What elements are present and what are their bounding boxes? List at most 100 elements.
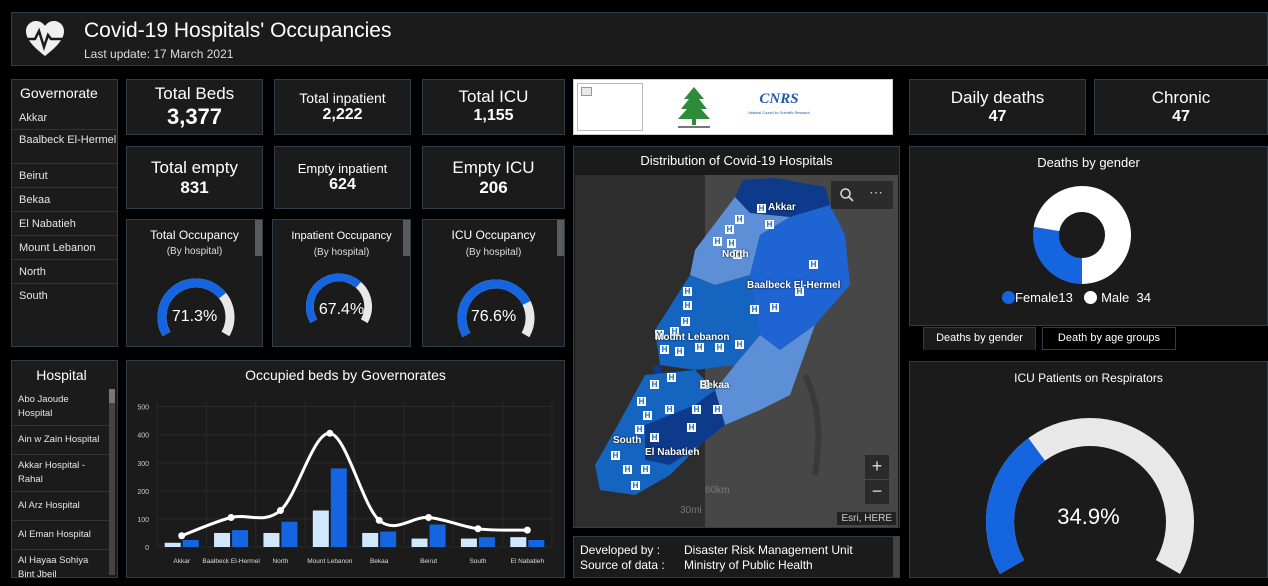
governorate-item-baalbeck[interactable]: Baalbeck El-Hermel	[12, 130, 117, 164]
scrollbar[interactable]	[403, 220, 410, 256]
hospital-marker[interactable]: H	[757, 204, 766, 213]
hospital-marker[interactable]: H	[809, 260, 818, 269]
deaths-gender-panel: Deaths by gender Female13 Male 34	[909, 146, 1268, 326]
scrollbar[interactable]	[255, 220, 262, 256]
hospital-marker[interactable]: H	[683, 301, 692, 310]
x-tick-label: Bekaa	[370, 558, 389, 565]
total-occupancy-value: 71.3%	[171, 308, 218, 325]
search-icon[interactable]	[839, 187, 855, 203]
hospital-marker[interactable]: H	[765, 220, 774, 229]
respirators-title: ICU Patients on Respirators	[1014, 371, 1163, 385]
governorate-item-south[interactable]: South	[12, 284, 117, 308]
hospital-marker[interactable]: H	[641, 465, 650, 474]
hospital-marker[interactable]: H	[650, 433, 659, 442]
hospital-marker[interactable]: H	[681, 317, 690, 326]
hospital-marker[interactable]: H	[660, 345, 669, 354]
x-tick-label: Akkar	[173, 558, 190, 565]
hospital-marker[interactable]: H	[692, 405, 701, 414]
map-svg	[575, 175, 898, 527]
scrollbar[interactable]	[557, 220, 564, 256]
hospital-marker[interactable]: H	[725, 225, 734, 234]
hospital-marker[interactable]: H	[623, 465, 632, 474]
hospital-marker[interactable]: H	[667, 373, 676, 382]
map-view[interactable]: H H H H H H H H H H H H H H H H H H H H …	[575, 175, 898, 527]
hospital-marker[interactable]: H	[735, 340, 744, 349]
line-point	[425, 514, 433, 522]
daily-deaths-label: Daily deaths	[950, 88, 1045, 107]
map-attribution[interactable]: Esri, HERE	[837, 512, 896, 525]
total-beds-value: 3,377	[166, 104, 223, 129]
donut-slice-female	[1033, 226, 1083, 284]
chart-title: Occupied beds by Governorates	[245, 367, 446, 383]
tab-deaths-by-gender[interactable]: Deaths by gender	[923, 327, 1036, 350]
daily-deaths-card: Daily deaths 47	[909, 79, 1086, 135]
source-label: Source of data :	[580, 558, 665, 572]
hospital-marker[interactable]: H	[637, 397, 646, 406]
governorate-item-beirut[interactable]: Beirut	[12, 164, 117, 188]
hospital-marker[interactable]: H	[715, 343, 724, 352]
line-point	[375, 516, 383, 524]
bar	[460, 538, 477, 547]
hospital-item[interactable]: Al Hayaa Sohiya Bint Jbeil	[12, 550, 109, 586]
total-inpatient-card: Total inpatient 2,222	[274, 79, 411, 135]
credits-scrollbar[interactable]	[893, 537, 899, 577]
hospital-marker[interactable]: H	[665, 405, 674, 414]
logo-banner: CNRS National Council for Scientific Res…	[573, 79, 893, 135]
icu-occupancy-card: ICU Occupancy (By hospital) 76.6%	[422, 219, 565, 347]
hospital-marker[interactable]: H	[770, 303, 779, 312]
female-legend-value: 13	[1058, 290, 1073, 305]
source-value: Ministry of Public Health	[684, 558, 813, 572]
total-icu-card: Total ICU 1,155	[422, 79, 565, 135]
hospital-marker[interactable]: H	[631, 481, 640, 490]
hospital-scrollbar-thumb[interactable]	[109, 389, 115, 403]
governorate-item-north[interactable]: North	[12, 260, 117, 284]
hospital-marker[interactable]: H	[735, 215, 744, 224]
map-label-akkar: Akkar	[768, 202, 796, 213]
governorate-item-akkar[interactable]: Akkar	[12, 106, 117, 130]
hospital-item[interactable]: Abo Jaoude Hospital	[12, 389, 109, 426]
more-options-icon[interactable]: ⋯	[869, 184, 883, 201]
y-tick-label: 400	[137, 433, 149, 440]
governorate-panel: Governorate Akkar Baalbeck El-Hermel Bei…	[11, 79, 118, 347]
hospital-marker[interactable]: H	[650, 380, 659, 389]
credits-panel: Developed by : Disaster Risk Management U…	[573, 536, 900, 578]
empty-inpatient-card: Empty inpatient 624	[274, 146, 411, 209]
hospital-marker[interactable]: H	[635, 425, 644, 434]
hospital-marker[interactable]: H	[727, 239, 736, 248]
line-point	[326, 429, 334, 437]
hospital-marker[interactable]: H	[713, 405, 722, 414]
map-label-bekaa: Bekaa	[700, 380, 730, 391]
hospital-marker[interactable]: H	[695, 343, 704, 352]
governorate-item-nabatieh[interactable]: El Nabatieh	[12, 212, 117, 236]
hospital-marker[interactable]: H	[643, 411, 652, 420]
hospital-marker[interactable]: H	[675, 347, 684, 356]
total-occupancy-title: Total Occupancy	[150, 228, 239, 242]
hospital-marker[interactable]: H	[713, 237, 722, 246]
broken-image-icon	[577, 83, 643, 131]
zoom-out-button[interactable]: −	[865, 480, 889, 504]
bar	[312, 510, 329, 547]
hospital-scrollbar[interactable]	[109, 389, 115, 575]
governorate-item-mount-lebanon[interactable]: Mount Lebanon	[12, 236, 117, 260]
hospital-marker[interactable]: H	[750, 305, 759, 314]
bar	[214, 532, 231, 547]
hospital-item[interactable]: Al Eman Hospital	[12, 521, 109, 550]
hospital-marker[interactable]: H	[611, 451, 620, 460]
tab-death-by-age-groups[interactable]: Death by age groups	[1042, 327, 1176, 350]
empty-inpatient-label: Empty inpatient	[297, 161, 388, 176]
line-point	[474, 525, 482, 533]
zoom-in-button[interactable]: +	[865, 455, 889, 479]
hospital-item[interactable]: Akkar Hospital - Rahal	[12, 455, 109, 492]
chronic-label: Chronic	[1151, 88, 1211, 107]
y-tick-label: 300	[137, 461, 149, 468]
hospital-marker[interactable]: H	[687, 423, 696, 432]
bar	[528, 539, 545, 547]
map-label-north: North	[722, 249, 749, 260]
hospital-item[interactable]: Al Arz Hospital	[12, 492, 109, 521]
cedar-logo-icon	[678, 87, 710, 128]
hospital-marker[interactable]: H	[683, 287, 692, 296]
hospital-item[interactable]: Ain w Zain Hospital	[12, 426, 109, 455]
governorate-item-bekaa[interactable]: Bekaa	[12, 188, 117, 212]
inpatient-occupancy-gauge	[306, 273, 372, 324]
total-icu-value: 1,155	[473, 107, 514, 124]
